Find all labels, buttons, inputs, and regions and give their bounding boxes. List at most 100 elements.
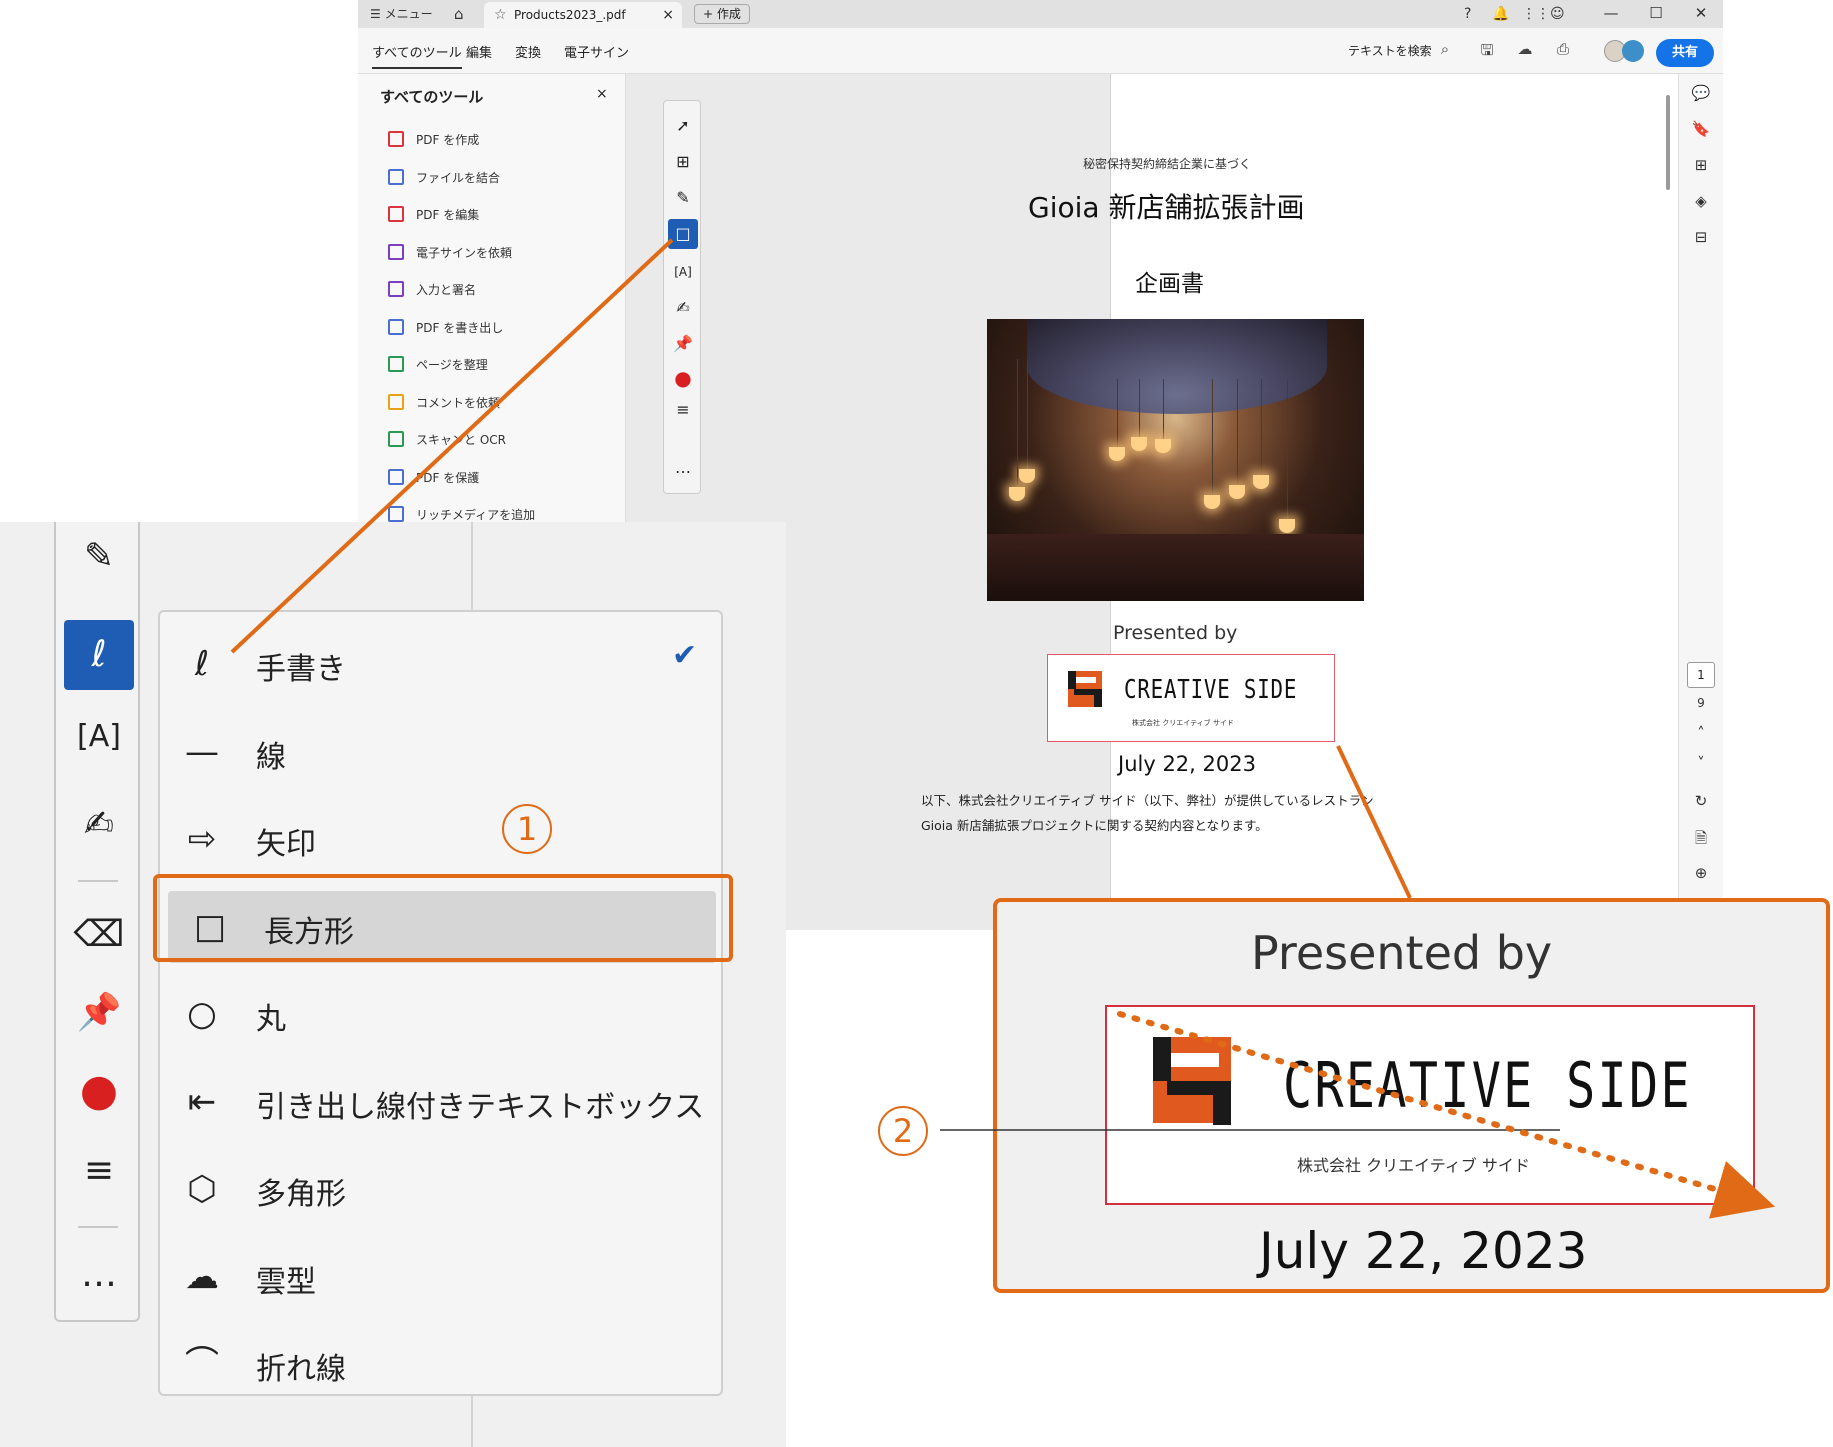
right-rail: 💬 🔖 ⊞ ◈ ⊟ 1 9 ˄ ˅ ↻ 🗎 ⊕ bbox=[1678, 74, 1723, 930]
thumbnails-icon[interactable]: ⊞ bbox=[1689, 156, 1713, 180]
chevron-up-icon[interactable]: ˄ bbox=[1689, 724, 1713, 748]
freehand-draw-icon[interactable]: ℓ bbox=[64, 620, 134, 690]
shape-option-polygon[interactable]: ⬡ 多角形 bbox=[160, 1153, 721, 1225]
select-arrow-icon[interactable]: ➚ bbox=[668, 111, 698, 141]
help-icon[interactable]: ? bbox=[1464, 0, 1471, 28]
tool-label: ページを整理 bbox=[416, 358, 488, 372]
shape-option-label: 引き出し線付きテキストボックス bbox=[256, 1089, 705, 1125]
menu-all-tools[interactable]: すべてのツール bbox=[372, 42, 462, 69]
profile-icon[interactable]: ☺ bbox=[1550, 0, 1565, 28]
lamp-cord bbox=[1139, 379, 1140, 439]
eraser-icon[interactable]: ⌫ bbox=[64, 900, 134, 970]
search-icon[interactable]: ⌕ bbox=[1434, 40, 1456, 60]
tool-label: PDF を書き出し bbox=[416, 320, 504, 335]
share-button[interactable]: 共有 bbox=[1656, 39, 1714, 67]
doc-date: July 22, 2023 bbox=[1118, 752, 1256, 776]
tool-label: リッチメディアを追加 bbox=[416, 508, 536, 522]
home-icon[interactable]: ⌂ bbox=[454, 0, 464, 28]
zoom-date: July 22, 2023 bbox=[1259, 1222, 1588, 1280]
print-icon[interactable]: ⎙ bbox=[1552, 40, 1574, 60]
page-number-input[interactable]: 1 bbox=[1687, 662, 1715, 688]
highlight-pen-icon[interactable]: ✎ bbox=[64, 522, 134, 592]
search-text-button[interactable]: テキストを検索 bbox=[1348, 42, 1432, 59]
menu-bar: すべてのツール 編集 変換 電子サイン テキストを検索 ⌕ 🖫 ☁ ⎙ 共有 bbox=[358, 28, 1723, 74]
close-window-button[interactable]: ✕ bbox=[1686, 0, 1716, 28]
tool-item[interactable]: ファイルを結合 bbox=[388, 166, 500, 190]
cloud-upload-icon[interactable]: ☁ bbox=[1514, 40, 1536, 60]
shape-option-label: 折れ線 bbox=[256, 1352, 346, 1387]
shape-option-cloud[interactable]: ☁ 雲型 bbox=[160, 1241, 721, 1313]
shape-option-line[interactable]: — 線 bbox=[160, 716, 721, 788]
menu-button[interactable]: ☰ メニュー bbox=[370, 0, 433, 28]
panel-close-button[interactable]: × bbox=[596, 86, 608, 102]
sign-icon[interactable]: ✍ bbox=[668, 293, 698, 323]
tool-icon bbox=[388, 206, 404, 222]
pin-icon[interactable]: 📌 bbox=[64, 978, 134, 1048]
lamp-cord bbox=[1163, 379, 1164, 441]
text-box-icon[interactable]: [A] bbox=[64, 702, 134, 772]
checkmark-icon: ✔ bbox=[672, 638, 698, 673]
menu-esign[interactable]: 電子サイン bbox=[564, 42, 629, 61]
polygon-icon: ⬡ bbox=[187, 1169, 217, 1209]
draw-shape-icon[interactable]: □ bbox=[668, 219, 698, 249]
company-logo-box: CREATIVE SIDE 株式会社 クリエイティブ サイド bbox=[1047, 654, 1335, 742]
tool-item[interactable]: 入力と署名 bbox=[388, 278, 476, 302]
tool-item[interactable]: PDF を書き出し bbox=[388, 316, 503, 340]
comment-panel-icon[interactable]: 💬 bbox=[1689, 84, 1713, 108]
shape-option-label: 雲型 bbox=[256, 1264, 316, 1300]
tool-icon bbox=[388, 393, 404, 410]
zoomed-logo-panel: Presented by CREATIVE SIDE 株式会社 クリエイティブ … bbox=[993, 898, 1830, 1293]
bookmark-icon[interactable]: 🔖 bbox=[1689, 120, 1713, 144]
shape-option-freehand[interactable]: ℓ 手書き ✔ bbox=[160, 628, 721, 700]
rotate-icon[interactable]: ↻ bbox=[1689, 792, 1713, 816]
menu-lines-icon[interactable]: ≡ bbox=[668, 395, 698, 425]
zoomed-tool-strip: ✎ ℓ [A] ✍ ⌫ 📌 ● ≡ … bbox=[54, 522, 140, 1322]
restaurant-photo bbox=[987, 319, 1364, 601]
create-button[interactable]: + 作成 bbox=[694, 4, 750, 24]
shape-option-circle[interactable]: ○ 丸 bbox=[160, 978, 721, 1050]
menu-lines-icon[interactable]: ≡ bbox=[64, 1136, 134, 1206]
maximize-button[interactable]: ☐ bbox=[1641, 0, 1671, 28]
tool-item[interactable]: PDF を保護 bbox=[388, 466, 479, 490]
page-total: 9 bbox=[1697, 696, 1705, 710]
text-box-icon[interactable]: [A] bbox=[668, 257, 698, 287]
star-icon[interactable]: ☆ bbox=[494, 2, 507, 28]
tool-item[interactable]: スキャンと OCR bbox=[388, 428, 506, 452]
structure-icon[interactable]: ⊟ bbox=[1689, 228, 1713, 252]
menu-edit[interactable]: 編集 bbox=[466, 42, 492, 61]
tool-item[interactable]: ページを整理 bbox=[388, 353, 488, 377]
user-avatar-2[interactable] bbox=[1622, 40, 1644, 62]
record-icon[interactable]: ● bbox=[668, 363, 698, 393]
lamp-cord bbox=[1027, 359, 1028, 469]
lamp-cord bbox=[1117, 379, 1118, 449]
tool-item[interactable]: PDF を編集 bbox=[388, 203, 479, 227]
more-icon[interactable]: … bbox=[668, 453, 698, 483]
shape-option-arrow[interactable]: ⇨ 矢印 bbox=[160, 803, 721, 875]
zoom-in-icon[interactable]: ⊕ bbox=[1689, 864, 1713, 888]
pin-icon[interactable]: 📌 bbox=[668, 329, 698, 359]
tool-label: ファイルを結合 bbox=[416, 170, 501, 185]
vertical-scrollbar[interactable] bbox=[1666, 95, 1670, 190]
record-icon[interactable]: ● bbox=[64, 1056, 134, 1126]
shape-option-label: 丸 bbox=[256, 1002, 286, 1037]
page-tools-icon[interactable]: 🗎 bbox=[1689, 828, 1713, 852]
tool-item[interactable]: コメントを依頼 bbox=[388, 391, 500, 415]
minimize-button[interactable]: — bbox=[1596, 0, 1626, 28]
apps-grid-icon[interactable]: ⋮⋮ bbox=[1522, 0, 1550, 28]
tool-item[interactable]: 電子サインを依頼 bbox=[388, 241, 512, 265]
more-icon[interactable]: … bbox=[64, 1240, 134, 1310]
highlight-pen-icon[interactable]: ✎ bbox=[668, 183, 698, 213]
sign-icon[interactable]: ✍ bbox=[64, 790, 134, 860]
close-tab-button[interactable]: × bbox=[662, 2, 674, 28]
menu-convert[interactable]: 変換 bbox=[515, 42, 541, 61]
save-icon[interactable]: 🖫 bbox=[1476, 40, 1498, 60]
document-tab[interactable]: ☆ Products2023_.pdf × bbox=[484, 2, 682, 28]
chevron-down-icon[interactable]: ˅ bbox=[1689, 754, 1713, 778]
layers-icon[interactable]: ◈ bbox=[1689, 192, 1713, 216]
tab-title: Products2023_.pdf bbox=[514, 8, 626, 22]
add-comment-icon[interactable]: ⊞ bbox=[668, 147, 698, 177]
tool-item[interactable]: PDF を作成 bbox=[388, 128, 479, 152]
shape-option-polyline[interactable]: ⌒ 折れ線 bbox=[160, 1328, 721, 1400]
bell-icon[interactable]: 🔔 bbox=[1492, 0, 1509, 28]
shape-option-callout-textbox[interactable]: ⇤ 引き出し線付きテキストボックス bbox=[160, 1066, 721, 1138]
